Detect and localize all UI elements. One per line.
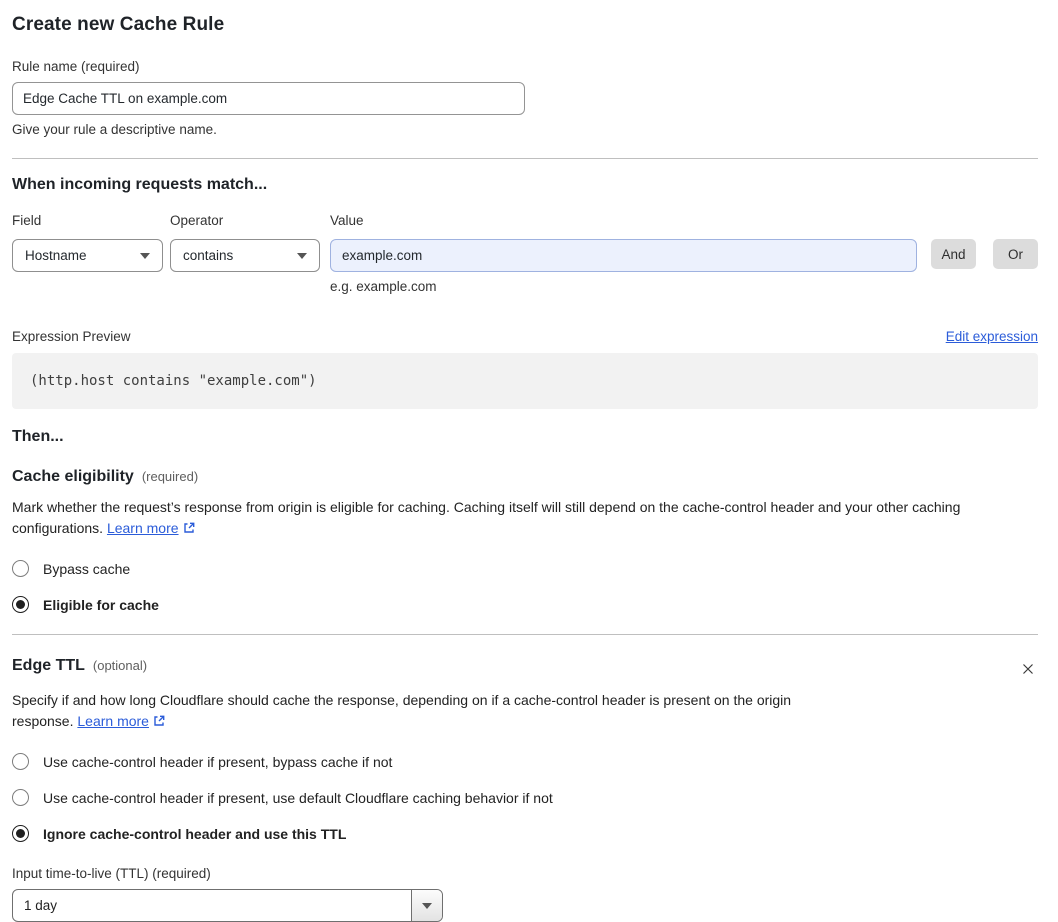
- chevron-down-icon: [140, 252, 150, 259]
- close-button[interactable]: [1018, 659, 1038, 679]
- cache-eligibility-description: Mark whether the request’s response from…: [12, 497, 1038, 541]
- radio-icon[interactable]: [12, 789, 29, 806]
- close-icon: [1023, 664, 1033, 674]
- then-heading: Then...: [12, 428, 64, 445]
- radio-option-label: Bypass cache: [43, 560, 131, 577]
- operator-select-value: contains: [183, 248, 234, 263]
- field-select[interactable]: Hostname: [12, 239, 163, 272]
- radio-option-use-header-bypass[interactable]: Use cache-control header if present, byp…: [12, 753, 1038, 770]
- cache-rule-form: Create new Cache Rule Rule name (require…: [0, 0, 1058, 922]
- chevron-down-icon: [297, 252, 307, 259]
- expression-builder-row: Field Hostname Operator contains Value e…: [12, 213, 1038, 294]
- edge-ttl-header: Edge TTL (optional): [12, 657, 1038, 679]
- expression-preview-code: (http.host contains "example.com"): [12, 353, 1038, 409]
- rule-name-label: Rule name (required): [12, 59, 140, 74]
- radio-checked-icon[interactable]: [12, 825, 29, 842]
- rule-name-input[interactable]: [12, 82, 525, 115]
- radio-option-label: Use cache-control header if present, use…: [43, 789, 553, 806]
- and-button[interactable]: And: [931, 239, 976, 269]
- value-help: e.g. example.com: [330, 279, 437, 294]
- divider: [12, 634, 1038, 635]
- or-button[interactable]: Or: [993, 239, 1038, 269]
- radio-option-bypass-cache[interactable]: Bypass cache: [12, 560, 1038, 577]
- radio-option-label: Use cache-control header if present, byp…: [43, 753, 393, 770]
- field-label: Field: [12, 213, 42, 228]
- radio-option-use-header-default[interactable]: Use cache-control header if present, use…: [12, 789, 1038, 806]
- cache-eligibility-qualifier: (required): [141, 469, 199, 484]
- radio-option-ignore-header-use-ttl[interactable]: Ignore cache-control header and use this…: [12, 825, 1038, 842]
- edge-ttl-description: Specify if and how long Cloudflare shoul…: [12, 690, 838, 734]
- edge-ttl-heading: Edge TTL: [12, 657, 85, 674]
- radio-checked-icon[interactable]: [12, 596, 29, 613]
- radio-option-label: Ignore cache-control header and use this…: [43, 825, 347, 842]
- radio-icon[interactable]: [12, 753, 29, 770]
- operator-select[interactable]: contains: [170, 239, 320, 272]
- cache-eligibility-learn-more-link[interactable]: Learn more: [107, 520, 179, 536]
- edge-ttl-qualifier: (optional): [92, 658, 148, 673]
- match-heading: When incoming requests match...: [12, 176, 268, 193]
- value-input[interactable]: [330, 239, 917, 272]
- page-title: Create new Cache Rule: [12, 14, 225, 35]
- expression-preview-row: Expression Preview Edit expression: [12, 329, 1038, 344]
- value-label: Value: [330, 213, 364, 228]
- external-link-icon: [152, 713, 166, 734]
- rule-name-help: Give your rule a descriptive name.: [12, 122, 217, 137]
- expression-preview-label: Expression Preview: [12, 329, 131, 344]
- operator-label: Operator: [170, 213, 224, 228]
- field-select-value: Hostname: [25, 248, 87, 263]
- radio-option-eligible-for-cache[interactable]: Eligible for cache: [12, 596, 1038, 613]
- divider: [12, 158, 1038, 159]
- external-link-icon: [182, 520, 196, 541]
- radio-option-label: Eligible for cache: [43, 596, 159, 613]
- cache-eligibility-header: Cache eligibility (required): [12, 468, 1038, 486]
- cache-eligibility-heading: Cache eligibility: [12, 468, 134, 485]
- ttl-label: Input time-to-live (TTL) (required): [12, 866, 211, 881]
- radio-icon[interactable]: [12, 560, 29, 577]
- edge-ttl-learn-more-link[interactable]: Learn more: [77, 713, 149, 729]
- edit-expression-link[interactable]: Edit expression: [946, 329, 1038, 344]
